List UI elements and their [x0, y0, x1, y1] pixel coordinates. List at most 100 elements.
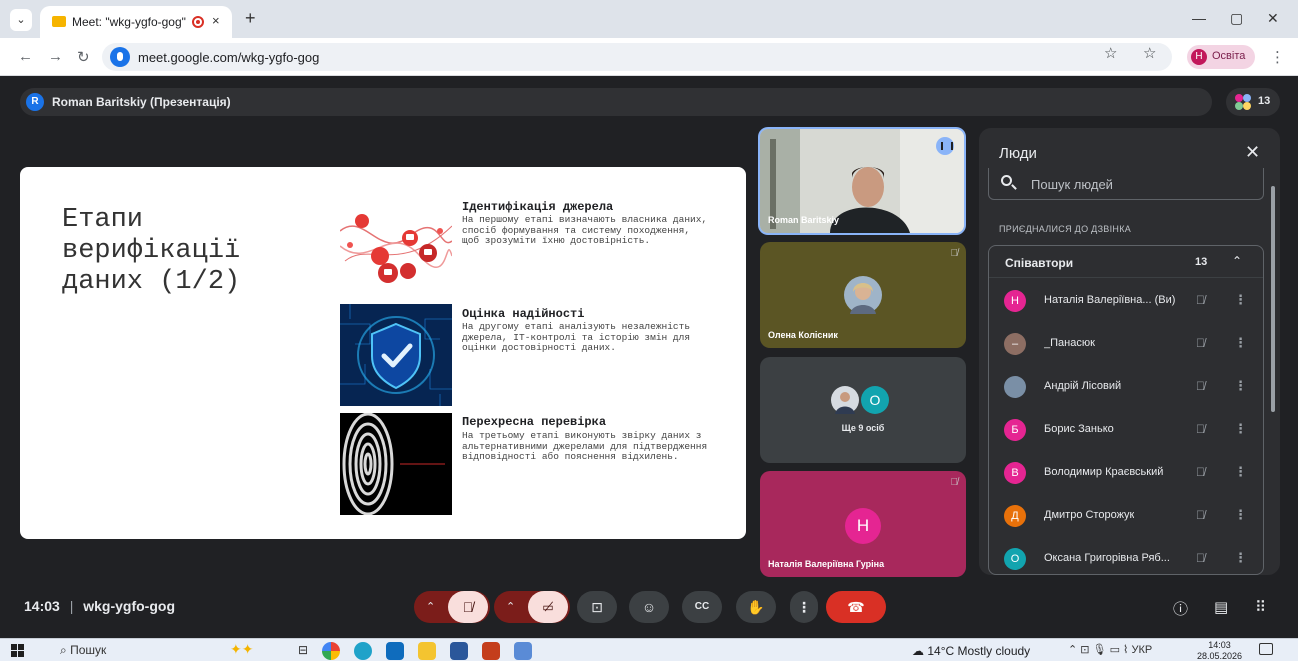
participant-name: Дмитро Сторожук [1044, 509, 1135, 521]
tile-name-roman: Roman Baritskiy [768, 215, 840, 225]
windows-start-icon[interactable] [11, 644, 25, 658]
address-bar-row: ← → ↻ meet.google.com/wkg-ygfo-gog ☆ ☆ Н… [0, 38, 1298, 76]
close-window-button[interactable]: ✕ [1267, 10, 1279, 27]
mic-off-icon[interactable]: 🎙̸ [1196, 422, 1205, 436]
minimize-button[interactable]: — [1192, 10, 1206, 26]
mic-off-icon[interactable]: 🎙̸ [1196, 336, 1205, 350]
input-language: УКР [1131, 644, 1153, 656]
meeting-time: 14:03 [24, 598, 60, 614]
present-screen-button[interactable]: ⊡ [577, 591, 617, 623]
back-icon[interactable]: ← [18, 48, 33, 65]
people-scrollbar[interactable] [1271, 186, 1275, 412]
mic-off-icon: 🎙̸ [950, 248, 959, 259]
explorer-app-icon[interactable] [418, 642, 436, 660]
weather-widget[interactable]: ☁ 14°C Mostly cloudy [912, 644, 1030, 658]
bookmark-star-icon[interactable]: ☆ [1104, 44, 1117, 62]
close-panel-icon[interactable]: ✕ [1245, 142, 1260, 163]
participant-more-icon[interactable]: ⋮ [1234, 335, 1247, 351]
participant-more-icon[interactable]: ⋮ [1234, 507, 1247, 523]
captions-button[interactable]: CC [682, 591, 722, 623]
participant-tile-olena[interactable]: 🎙̸ Олена Колісник [760, 242, 966, 348]
reload-icon[interactable]: ↻ [77, 48, 90, 66]
bookmarks-icon[interactable]: ☆ [1143, 44, 1156, 62]
raise-hand-button[interactable]: ✋ [736, 591, 776, 623]
url-text[interactable]: meet.google.com/wkg-ygfo-gog [138, 50, 319, 65]
participants-count: 13 [1258, 95, 1271, 107]
activities-icon[interactable]: ⠿ [1255, 598, 1266, 616]
step-3-title: Перехресна перевірка [462, 415, 607, 429]
more-options-button[interactable]: ⋮ [790, 591, 818, 623]
participant-row[interactable]: Б Борис Занько 🎙̸ ⋮ [989, 413, 1263, 447]
chat-icon[interactable]: ▤ [1214, 598, 1228, 616]
word-app-icon[interactable] [450, 642, 468, 660]
app-icon[interactable] [514, 642, 532, 660]
participant-more-icon[interactable]: ⋮ [1234, 550, 1247, 566]
participant-avatar: Н [1004, 290, 1026, 312]
system-tray[interactable]: ⌃ ⊡ 🎙 ▭ ⌇ УКР [1068, 643, 1152, 656]
olena-avatar [844, 276, 882, 314]
chrome-app-icon[interactable] [322, 642, 340, 660]
participant-tile-roman[interactable]: Roman Baritskiy [758, 127, 966, 235]
participant-more-icon[interactable]: ⋮ [1234, 464, 1247, 480]
people-panel: Люди ✕ Пошук людей ПРИЄДНАЛИСЯ ДО ДЗВІНК… [979, 128, 1280, 575]
meeting-details-icon[interactable]: ⓘ [1173, 598, 1188, 619]
recording-icon [192, 16, 204, 28]
presenter-label: Roman Baritskiy (Презентація) [52, 95, 231, 109]
powerpoint-app-icon[interactable] [482, 642, 500, 660]
meeting-code: wkg-ygfo-gog [83, 598, 175, 614]
taskbar-search[interactable]: ⌕ Пошук [60, 643, 106, 658]
participants-count-button[interactable]: 13 [1226, 88, 1280, 116]
omnibox[interactable]: meet.google.com/wkg-ygfo-gog [102, 43, 1172, 71]
mic-options-chevron-icon[interactable]: ⌃ [426, 591, 435, 623]
search-people-input[interactable]: Пошук людей [988, 168, 1264, 200]
copilot-icon[interactable]: ✦✦ [230, 641, 253, 658]
camera-options-chevron-icon[interactable]: ⌃ [506, 591, 515, 623]
profile-name: Освіта [1212, 50, 1246, 62]
participant-row[interactable]: Д Дмитро Сторожук 🎙̸ ⋮ [989, 499, 1263, 533]
mic-off-icon[interactable]: 🎙̸ [1196, 551, 1205, 565]
camera-control: ⌃ ▭̸ [494, 591, 570, 623]
taskbar-clock[interactable]: 14:03 28.05.2026 [1197, 640, 1242, 661]
mic-off-icon[interactable]: 🎙̸ [1196, 465, 1205, 479]
people-panel-title: Люди [999, 145, 1037, 162]
participant-more-icon[interactable]: ⋮ [1234, 421, 1247, 437]
more-participants-tile[interactable]: О Ще 9 осіб [760, 357, 966, 463]
slide-title: Етапи верифікації даних (1/2) [62, 205, 241, 297]
forward-icon[interactable]: → [48, 48, 63, 65]
clock-date: 28.05.2026 [1197, 651, 1243, 661]
site-info-icon[interactable] [110, 47, 130, 67]
participant-row[interactable]: О Оксана Григорівна Ряб... 🎙̸ ⋮ [989, 542, 1263, 575]
chevron-up-icon[interactable]: ⌃ [1232, 254, 1242, 268]
participants-icon [1235, 94, 1251, 110]
tab-close-button[interactable]: × [212, 13, 220, 28]
tab-search-button[interactable]: ⌄ [10, 9, 32, 31]
browser-menu-icon[interactable]: ⋮ [1270, 48, 1285, 66]
mic-off-icon[interactable]: 🎙̸ [1196, 508, 1205, 522]
participant-avatar: Б [1004, 419, 1026, 441]
participant-row[interactable]: Н Наталія Валеріївна... (Ви) 🎙̸ ⋮ [989, 284, 1263, 318]
participant-more-icon[interactable]: ⋮ [1234, 378, 1247, 394]
edge-app-icon[interactable] [354, 642, 372, 660]
leave-call-button[interactable]: ☎ [826, 591, 886, 623]
contributors-group-header[interactable]: Співавтори 13 ⌃ [989, 246, 1263, 278]
task-view-icon[interactable]: ⊟ [298, 643, 308, 657]
browser-tab[interactable]: Meet: "wkg-ygfo-gog" × [40, 6, 232, 38]
more-avatar-photo [831, 386, 859, 414]
notifications-icon[interactable] [1259, 643, 1273, 655]
mic-off-icon[interactable]: 🎙̸ [1196, 379, 1205, 393]
mic-off-icon[interactable]: 🎙̸ [1196, 293, 1205, 307]
participant-row[interactable]: В Володимир Краєвський 🎙̸ ⋮ [989, 456, 1263, 490]
participant-row[interactable]: Андрій Лісовий 🎙̸ ⋮ [989, 370, 1263, 404]
emoji-reactions-button[interactable]: ☺ [629, 591, 669, 623]
store-app-icon[interactable] [386, 642, 404, 660]
presenter-bar: R Roman Baritskiy (Презентація) [20, 88, 1212, 116]
more-avatar-initial: О [861, 386, 889, 414]
participant-more-icon[interactable]: ⋮ [1234, 292, 1247, 308]
maximize-button[interactable]: ▢ [1230, 10, 1243, 27]
participant-row[interactable]: – _Панасюк 🎙̸ ⋮ [989, 327, 1263, 361]
profile-button[interactable]: Н Освіта [1187, 45, 1255, 69]
mic-off-button[interactable]: 🎙̸ [448, 591, 488, 623]
camera-off-button[interactable]: ▭̸ [528, 591, 568, 623]
participant-tile-natalia[interactable]: 🎙̸ Н Наталія Валеріївна Гуріна [760, 471, 966, 577]
new-tab-button[interactable]: + [245, 8, 256, 29]
